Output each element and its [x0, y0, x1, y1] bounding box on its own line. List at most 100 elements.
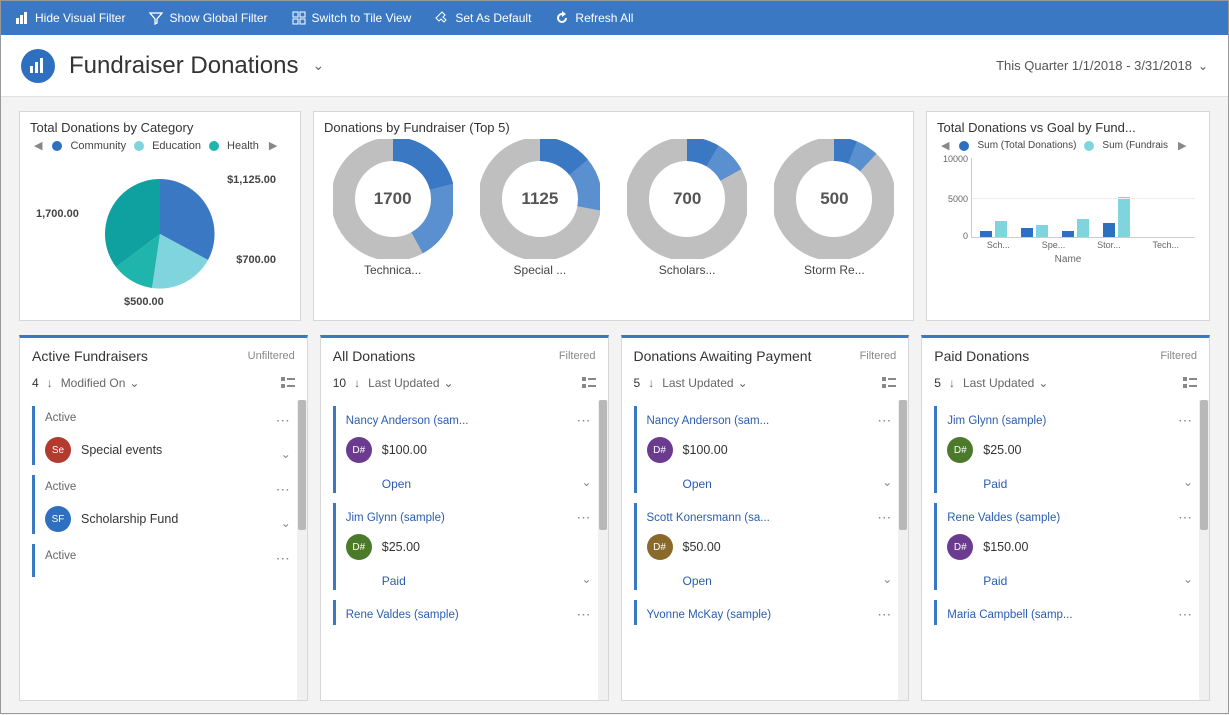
item-name[interactable]: Nancy Anderson (sam...: [346, 415, 469, 427]
more-icon[interactable]: ⋯: [577, 606, 592, 623]
more-icon[interactable]: ⋯: [577, 509, 592, 526]
hide-visual-filter-button[interactable]: Hide Visual Filter: [15, 11, 125, 25]
item-name[interactable]: Rene Valdes (sample): [346, 609, 459, 621]
more-icon[interactable]: ⋯: [276, 412, 291, 429]
item-status: Paid: [983, 574, 1193, 588]
view-options-icon[interactable]: [281, 376, 295, 390]
chevron-down-icon[interactable]: ⌄: [1183, 475, 1193, 489]
list-item[interactable]: Jim Glynn (sample)⋯ D#$25.00 Paid ⌄: [934, 406, 1199, 493]
list-count: 4: [32, 376, 39, 390]
sort-arrow-icon[interactable]: ↓: [648, 376, 654, 390]
more-icon[interactable]: ⋯: [877, 509, 892, 526]
chevron-down-icon[interactable]: ⌄: [1183, 572, 1193, 586]
item-name[interactable]: Rene Valdes (sample): [947, 512, 1060, 524]
avatar: SF: [45, 506, 71, 532]
donut-value: 1125: [480, 189, 600, 209]
page-title[interactable]: Fundraiser Donations: [69, 52, 298, 80]
title-dropdown-icon[interactable]: ⌄: [312, 57, 324, 74]
donuts-title: Donations by Fundraiser (Top 5): [324, 120, 903, 135]
more-icon[interactable]: ⋯: [1178, 606, 1193, 623]
view-options-icon[interactable]: [582, 376, 596, 390]
sort-arrow-icon[interactable]: ↓: [47, 376, 53, 390]
item-status: Active: [45, 412, 76, 429]
list-filter-label: Filtered: [860, 350, 897, 362]
chevron-down-icon[interactable]: ⌄: [281, 516, 291, 530]
list-item[interactable]: Active⋯ SeSpecial events ⌄: [32, 406, 297, 465]
chevron-down-icon[interactable]: ⌄: [581, 475, 591, 489]
chevron-down-icon[interactable]: ⌄: [581, 572, 591, 586]
scrollbar[interactable]: [598, 400, 608, 700]
date-dropdown-icon[interactable]: ⌄: [1198, 59, 1208, 73]
item-status: Paid: [382, 574, 592, 588]
list-filter-label: Filtered: [559, 350, 596, 362]
more-icon[interactable]: ⋯: [877, 606, 892, 623]
chevron-down-icon[interactable]: ⌄: [281, 447, 291, 461]
item-name[interactable]: Maria Campbell (samp...: [947, 609, 1072, 621]
sort-arrow-icon[interactable]: ↓: [354, 376, 360, 390]
item-name[interactable]: Nancy Anderson (sam...: [647, 415, 770, 427]
date-range[interactable]: This Quarter 1/1/2018 - 3/31/2018: [996, 58, 1192, 73]
sort-dropdown[interactable]: Last Updated ⌄: [662, 376, 747, 390]
avatar: D#: [346, 437, 372, 463]
scrollbar[interactable]: [898, 400, 908, 700]
item-amount: $25.00: [382, 540, 420, 554]
donut-chart[interactable]: 700 Scholars...: [627, 139, 747, 277]
refresh-all-button[interactable]: Refresh All: [555, 11, 633, 25]
list-item[interactable]: Maria Campbell (samp... ⋯: [934, 600, 1199, 625]
list-item[interactable]: Jim Glynn (sample)⋯ D#$25.00 Paid ⌄: [333, 503, 598, 590]
more-icon[interactable]: ⋯: [276, 550, 291, 567]
pie-label: $700.00: [236, 254, 276, 266]
donut-chart[interactable]: 1700 Technica...: [333, 139, 453, 277]
view-options-icon[interactable]: [882, 376, 896, 390]
list-item[interactable]: Nancy Anderson (sam...⋯ D#$100.00 Open ⌄: [333, 406, 598, 493]
item-name[interactable]: Jim Glynn (sample): [947, 415, 1046, 427]
legend-next-icon[interactable]: ▶: [1176, 139, 1188, 152]
sort-dropdown[interactable]: Last Updated ⌄: [963, 376, 1048, 390]
list-item[interactable]: Active ⋯ SF Scholarship Fund ⌄: [32, 475, 297, 534]
donut-chart[interactable]: 1125 Special ...: [480, 139, 600, 277]
more-icon[interactable]: ⋯: [276, 481, 291, 498]
scrollbar[interactable]: [1199, 400, 1209, 700]
show-global-filter-button[interactable]: Show Global Filter: [149, 11, 267, 25]
sort-dropdown[interactable]: Last Updated ⌄: [368, 376, 453, 390]
list-item[interactable]: Scott Konersmann (sa...⋯ D#$50.00 Open ⌄: [634, 503, 899, 590]
sort-dropdown[interactable]: Modified On ⌄: [61, 376, 140, 390]
list-item[interactable]: Yvonne McKay (sample) ⋯: [634, 600, 899, 625]
set-default-button[interactable]: Set As Default: [435, 11, 531, 25]
chevron-down-icon[interactable]: ⌄: [882, 475, 892, 489]
tile-icon: [292, 11, 306, 25]
donut-caption: Special ...: [480, 263, 600, 277]
item-status: Open: [683, 477, 893, 491]
item-name[interactable]: Scott Konersmann (sa...: [647, 512, 770, 524]
donuts-card: Donations by Fundraiser (Top 5) 1700 Tec…: [313, 111, 914, 321]
more-icon[interactable]: ⋯: [1178, 412, 1193, 429]
pin-icon: [435, 11, 449, 25]
donut-value: 1700: [333, 189, 453, 209]
bar-chart[interactable]: 10000 5000 0: [971, 158, 1195, 238]
list-item[interactable]: Rene Valdes (sample) ⋯: [333, 600, 598, 625]
more-icon[interactable]: ⋯: [877, 412, 892, 429]
list-card: Active FundraisersUnfiltered 4 ↓ Modifie…: [19, 335, 308, 701]
item-name[interactable]: Yvonne McKay (sample): [647, 609, 772, 621]
list-item[interactable]: Nancy Anderson (sam...⋯ D#$100.00 Open ⌄: [634, 406, 899, 493]
sort-arrow-icon[interactable]: ↓: [949, 376, 955, 390]
item-status: Active: [45, 550, 76, 567]
list-item[interactable]: Active ⋯: [32, 544, 297, 577]
item-name[interactable]: Jim Glynn (sample): [346, 512, 445, 524]
item-name: Scholarship Fund: [81, 512, 178, 526]
donut-chart[interactable]: 500 Storm Re...: [774, 139, 894, 277]
dashboard-icon: [21, 49, 55, 83]
more-icon[interactable]: ⋯: [577, 412, 592, 429]
item-status: Active: [45, 481, 76, 498]
switch-tile-view-button[interactable]: Switch to Tile View: [292, 11, 412, 25]
legend-prev-icon[interactable]: ◀: [32, 139, 44, 152]
more-icon[interactable]: ⋯: [1178, 509, 1193, 526]
legend-next-icon[interactable]: ▶: [267, 139, 279, 152]
list-item[interactable]: Rene Valdes (sample)⋯ D#$150.00 Paid ⌄: [934, 503, 1199, 590]
scrollbar[interactable]: [297, 400, 307, 700]
view-options-icon[interactable]: [1183, 376, 1197, 390]
legend-prev-icon[interactable]: ◀: [939, 139, 951, 152]
chevron-down-icon[interactable]: ⌄: [882, 572, 892, 586]
legend-item: Community: [70, 140, 126, 152]
list-filter-label: Filtered: [1160, 350, 1197, 362]
